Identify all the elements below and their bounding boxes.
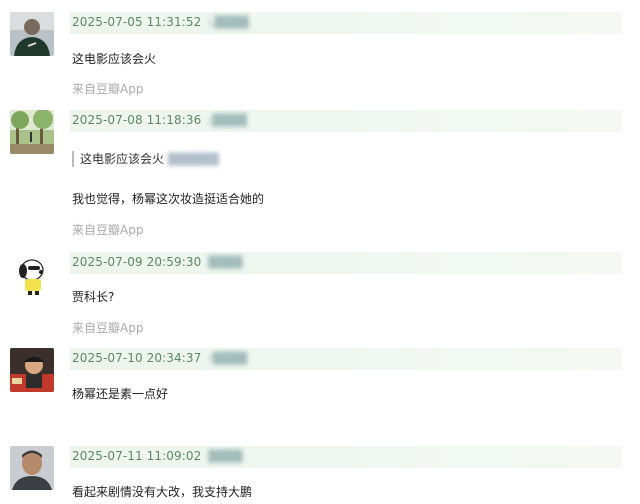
- avatar-snoopy-icon: [10, 252, 54, 296]
- user-avatar[interactable]: [10, 110, 54, 154]
- comment-time: 2025-07-08 11:18:36: [72, 113, 202, 127]
- comment-username[interactable]: L████: [208, 16, 248, 29]
- comment-time: 2025-07-09 20:59:30: [72, 255, 202, 269]
- user-avatar[interactable]: [10, 348, 54, 392]
- comment-username[interactable]: ████: [208, 450, 242, 463]
- comment-meta-text: 2025-07-08 11:18:36 (████: [72, 113, 247, 127]
- comment-meta-text: 2025-07-11 11:09:02 ████: [72, 449, 243, 463]
- comment-time: 2025-07-10 20:34:37: [72, 351, 202, 365]
- comment-username[interactable]: ████: [208, 256, 242, 269]
- avatar-man-icon: [10, 446, 54, 490]
- comment-text: 我也觉得，杨幂这次妆造挺适合她的: [72, 192, 265, 206]
- comment-time: 2025-07-05 11:31:52: [72, 15, 202, 29]
- comment-meta-text: 2025-07-05 11:31:52 L████: [72, 15, 249, 29]
- avatar-dark-shirt-icon: [10, 12, 54, 56]
- comment-source: 来自豆瓣App: [72, 82, 144, 96]
- comment-meta-text: 2025-07-09 20:59:30 ████: [72, 255, 243, 269]
- comment-text: 看起来剧情没有大改，我支持大鹏: [72, 485, 253, 499]
- comment-source: 来自豆瓣App: [72, 223, 144, 237]
- quoted-username: ██████: [168, 153, 219, 166]
- user-avatar[interactable]: [10, 446, 54, 490]
- avatar-child-icon: [10, 348, 54, 392]
- avatar-trees-icon: [10, 110, 54, 154]
- comment-meta: 2025-07-10 20:34:37 r████: [70, 348, 622, 370]
- comment-text: 杨幂还是素一点好: [72, 387, 169, 401]
- user-avatar[interactable]: [10, 252, 54, 296]
- quoted-text: 这电影应该会火: [80, 152, 165, 166]
- comment-meta-text: 2025-07-10 20:34:37 r████: [72, 351, 247, 365]
- comment-meta: 2025-07-08 11:18:36 (████: [70, 110, 622, 132]
- comment-meta: 2025-07-11 11:09:02 ████: [70, 446, 622, 468]
- comment-username[interactable]: (████: [208, 114, 247, 127]
- comment-time: 2025-07-11 11:09:02: [72, 449, 202, 463]
- comment-meta: 2025-07-05 11:31:52 L████: [70, 12, 622, 34]
- comment-username[interactable]: r████: [208, 352, 247, 365]
- user-avatar[interactable]: [10, 12, 54, 56]
- comment-thread: 2025-07-05 11:31:52 L████ 这电影应该会火 来自豆瓣Ap…: [0, 0, 640, 504]
- comment-text: 贾科长?: [72, 290, 115, 304]
- quoted-comment: 这电影应该会火 ██████: [72, 151, 219, 167]
- comment-source: 来自豆瓣App: [72, 321, 144, 335]
- comment-meta: 2025-07-09 20:59:30 ████: [70, 252, 622, 274]
- comment-text: 这电影应该会火: [72, 52, 157, 66]
